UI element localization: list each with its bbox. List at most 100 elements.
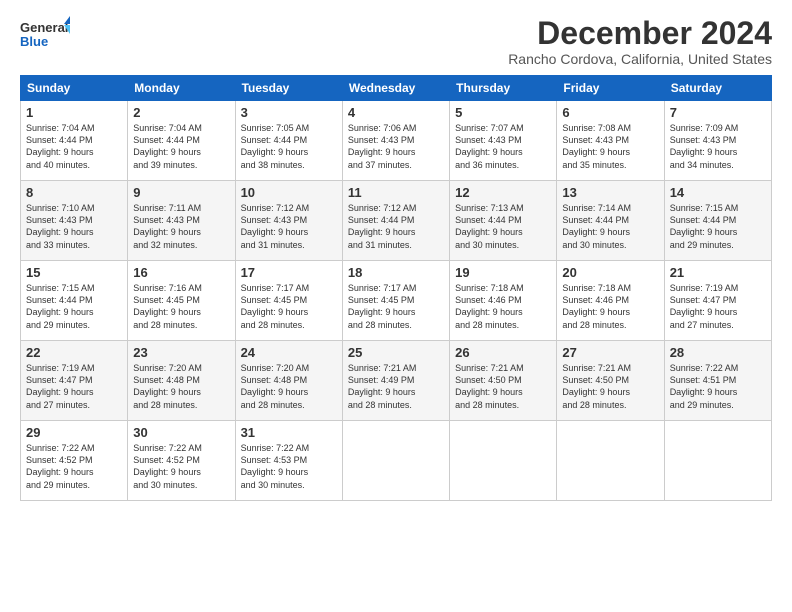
day-number: 25 — [348, 345, 444, 360]
calendar-cell: 25 Sunrise: 7:21 AMSunset: 4:49 PMDayligh… — [342, 341, 449, 421]
cell-details: Sunrise: 7:21 AMSunset: 4:50 PMDaylight:… — [562, 362, 658, 411]
calendar-week-row: 15 Sunrise: 7:15 AMSunset: 4:44 PMDayligh… — [21, 261, 772, 341]
calendar-week-row: 1 Sunrise: 7:04 AMSunset: 4:44 PMDaylight… — [21, 101, 772, 181]
calendar-cell: 30 Sunrise: 7:22 AMSunset: 4:52 PMDayligh… — [128, 421, 235, 501]
cell-details: Sunrise: 7:22 AMSunset: 4:52 PMDaylight:… — [26, 442, 122, 491]
calendar-cell: 20 Sunrise: 7:18 AMSunset: 4:46 PMDayligh… — [557, 261, 664, 341]
day-number: 3 — [241, 105, 337, 120]
weekday-header: Monday — [128, 76, 235, 101]
cell-details: Sunrise: 7:12 AMSunset: 4:44 PMDaylight:… — [348, 202, 444, 251]
weekday-header: Sunday — [21, 76, 128, 101]
cell-details: Sunrise: 7:22 AMSunset: 4:51 PMDaylight:… — [670, 362, 766, 411]
calendar-cell: 26 Sunrise: 7:21 AMSunset: 4:50 PMDayligh… — [450, 341, 557, 421]
calendar-cell: 28 Sunrise: 7:22 AMSunset: 4:51 PMDayligh… — [664, 341, 771, 421]
weekday-header: Tuesday — [235, 76, 342, 101]
day-number: 13 — [562, 185, 658, 200]
cell-details: Sunrise: 7:15 AMSunset: 4:44 PMDaylight:… — [26, 282, 122, 331]
calendar-cell: 7Sunrise: 7:09 AMSunset: 4:43 PMDaylight… — [664, 101, 771, 181]
day-number: 4 — [348, 105, 444, 120]
calendar-cell: 27 Sunrise: 7:21 AMSunset: 4:50 PMDayligh… — [557, 341, 664, 421]
title-block: December 2024 Rancho Cordova, California… — [508, 16, 772, 67]
weekday-header-row: SundayMondayTuesdayWednesdayThursdayFrid… — [21, 76, 772, 101]
day-number: 21 — [670, 265, 766, 280]
calendar-cell: 23 Sunrise: 7:20 AMSunset: 4:48 PMDayligh… — [128, 341, 235, 421]
day-number: 15 — [26, 265, 122, 280]
calendar-cell: 17 Sunrise: 7:17 AMSunset: 4:45 PMDayligh… — [235, 261, 342, 341]
calendar-cell: 11 Sunrise: 7:12 AMSunset: 4:44 PMDayligh… — [342, 181, 449, 261]
weekday-header: Wednesday — [342, 76, 449, 101]
calendar-cell: 1 Sunrise: 7:04 AMSunset: 4:44 PMDaylight… — [21, 101, 128, 181]
weekday-header: Saturday — [664, 76, 771, 101]
day-number: 26 — [455, 345, 551, 360]
day-number: 6 — [562, 105, 658, 120]
page: General Blue December 2024 Rancho Cordov… — [0, 0, 792, 612]
day-number: 30 — [133, 425, 229, 440]
calendar-cell: 9 Sunrise: 7:11 AMSunset: 4:43 PMDaylight… — [128, 181, 235, 261]
cell-details: Sunrise: 7:18 AMSunset: 4:46 PMDaylight:… — [562, 282, 658, 331]
cell-details: Sunrise: 7:04 AMSunset: 4:44 PMDaylight:… — [26, 122, 122, 171]
calendar-cell: 2Sunrise: 7:04 AMSunset: 4:44 PMDaylight… — [128, 101, 235, 181]
calendar-cell — [557, 421, 664, 501]
calendar-cell: 22 Sunrise: 7:19 AMSunset: 4:47 PMDayligh… — [21, 341, 128, 421]
calendar-table: SundayMondayTuesdayWednesdayThursdayFrid… — [20, 75, 772, 501]
cell-details: Sunrise: 7:05 AMSunset: 4:44 PMDaylight:… — [241, 122, 337, 171]
cell-details: Sunrise: 7:21 AMSunset: 4:50 PMDaylight:… — [455, 362, 551, 411]
day-number: 10 — [241, 185, 337, 200]
cell-details: Sunrise: 7:17 AMSunset: 4:45 PMDaylight:… — [241, 282, 337, 331]
cell-details: Sunrise: 7:21 AMSunset: 4:49 PMDaylight:… — [348, 362, 444, 411]
day-number: 1 — [26, 105, 122, 120]
location-subtitle: Rancho Cordova, California, United State… — [508, 51, 772, 67]
cell-details: Sunrise: 7:15 AMSunset: 4:44 PMDaylight:… — [670, 202, 766, 251]
calendar-cell: 29Sunrise: 7:22 AMSunset: 4:52 PMDayligh… — [21, 421, 128, 501]
day-number: 24 — [241, 345, 337, 360]
calendar-cell: 8Sunrise: 7:10 AMSunset: 4:43 PMDaylight… — [21, 181, 128, 261]
day-number: 9 — [133, 185, 229, 200]
calendar-week-row: 8Sunrise: 7:10 AMSunset: 4:43 PMDaylight… — [21, 181, 772, 261]
svg-text:General: General — [20, 20, 68, 35]
header: General Blue December 2024 Rancho Cordov… — [20, 16, 772, 67]
day-number: 27 — [562, 345, 658, 360]
calendar-cell: 18 Sunrise: 7:17 AMSunset: 4:45 PMDayligh… — [342, 261, 449, 341]
day-number: 16 — [133, 265, 229, 280]
cell-details: Sunrise: 7:22 AMSunset: 4:53 PMDaylight:… — [241, 442, 337, 491]
cell-details: Sunrise: 7:09 AMSunset: 4:43 PMDaylight:… — [670, 122, 766, 171]
day-number: 14 — [670, 185, 766, 200]
day-number: 23 — [133, 345, 229, 360]
calendar-cell: 14 Sunrise: 7:15 AMSunset: 4:44 PMDayligh… — [664, 181, 771, 261]
cell-details: Sunrise: 7:22 AMSunset: 4:52 PMDaylight:… — [133, 442, 229, 491]
day-number: 18 — [348, 265, 444, 280]
cell-details: Sunrise: 7:19 AMSunset: 4:47 PMDaylight:… — [26, 362, 122, 411]
calendar-cell: 16Sunrise: 7:16 AMSunset: 4:45 PMDayligh… — [128, 261, 235, 341]
calendar-cell — [664, 421, 771, 501]
calendar-cell: 6 Sunrise: 7:08 AMSunset: 4:43 PMDaylight… — [557, 101, 664, 181]
calendar-cell — [342, 421, 449, 501]
calendar-week-row: 22 Sunrise: 7:19 AMSunset: 4:47 PMDayligh… — [21, 341, 772, 421]
day-number: 20 — [562, 265, 658, 280]
calendar-cell: 15 Sunrise: 7:15 AMSunset: 4:44 PMDayligh… — [21, 261, 128, 341]
calendar-week-row: 29Sunrise: 7:22 AMSunset: 4:52 PMDayligh… — [21, 421, 772, 501]
calendar-cell: 5 Sunrise: 7:07 AMSunset: 4:43 PMDaylight… — [450, 101, 557, 181]
day-number: 12 — [455, 185, 551, 200]
cell-details: Sunrise: 7:20 AMSunset: 4:48 PMDaylight:… — [133, 362, 229, 411]
cell-details: Sunrise: 7:11 AMSunset: 4:43 PMDaylight:… — [133, 202, 229, 251]
cell-details: Sunrise: 7:08 AMSunset: 4:43 PMDaylight:… — [562, 122, 658, 171]
day-number: 19 — [455, 265, 551, 280]
day-number: 17 — [241, 265, 337, 280]
day-number: 11 — [348, 185, 444, 200]
cell-details: Sunrise: 7:10 AMSunset: 4:43 PMDaylight:… — [26, 202, 122, 251]
calendar-cell: 24Sunrise: 7:20 AMSunset: 4:48 PMDayligh… — [235, 341, 342, 421]
cell-details: Sunrise: 7:07 AMSunset: 4:43 PMDaylight:… — [455, 122, 551, 171]
day-number: 31 — [241, 425, 337, 440]
calendar-cell: 12 Sunrise: 7:13 AMSunset: 4:44 PMDayligh… — [450, 181, 557, 261]
weekday-header: Thursday — [450, 76, 557, 101]
cell-details: Sunrise: 7:13 AMSunset: 4:44 PMDaylight:… — [455, 202, 551, 251]
calendar-body: 1 Sunrise: 7:04 AMSunset: 4:44 PMDaylight… — [21, 101, 772, 501]
calendar-cell: 10Sunrise: 7:12 AMSunset: 4:43 PMDayligh… — [235, 181, 342, 261]
day-number: 28 — [670, 345, 766, 360]
day-number: 5 — [455, 105, 551, 120]
day-number: 22 — [26, 345, 122, 360]
calendar-cell: 19Sunrise: 7:18 AMSunset: 4:46 PMDayligh… — [450, 261, 557, 341]
calendar-cell: 3 Sunrise: 7:05 AMSunset: 4:44 PMDaylight… — [235, 101, 342, 181]
day-number: 2 — [133, 105, 229, 120]
cell-details: Sunrise: 7:17 AMSunset: 4:45 PMDaylight:… — [348, 282, 444, 331]
